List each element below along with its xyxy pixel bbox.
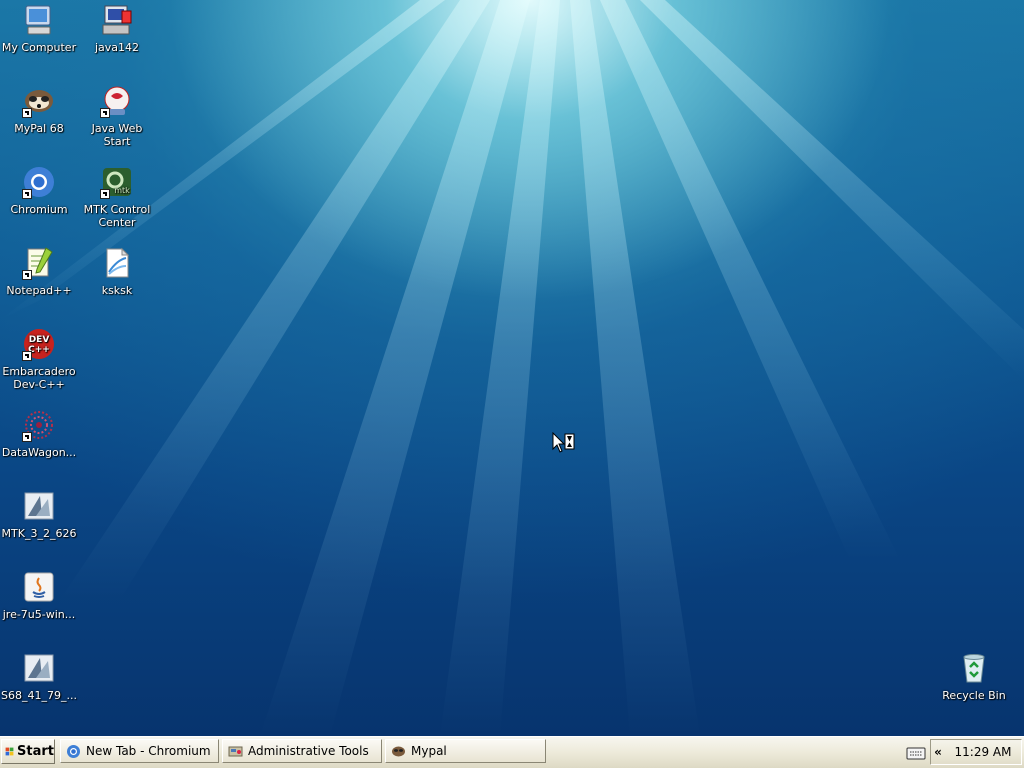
my-computer-icon [22, 3, 56, 37]
shortcut-arrow-icon [22, 270, 32, 280]
taskbar-item-mypal[interactable]: Mypal [385, 739, 546, 763]
mypal-icon [22, 84, 56, 118]
notepadpp-icon [22, 246, 56, 280]
desktop-icon-datawagon[interactable]: DataWagon... [0, 408, 78, 459]
shortcut-arrow-icon [100, 189, 110, 199]
desktop-icon-label: DataWagon... [1, 446, 77, 459]
desktop-icon-label: Embarcadero Dev-C++ [2, 365, 76, 391]
desktop-icon-label: MTK_3_2_626 [1, 527, 77, 540]
taskbar-item-label: New Tab - Chromium [86, 744, 211, 758]
chromium-icon [22, 165, 56, 199]
java-installer-icon [100, 3, 134, 37]
shortcut-arrow-icon [22, 432, 32, 442]
svg-text:DEV: DEV [29, 335, 50, 345]
desktop-icon-label: My Computer [1, 41, 77, 54]
mtk-installer-icon [22, 489, 56, 523]
start-button[interactable]: Start [1, 739, 55, 764]
mtk-control-center-icon: mtk [100, 165, 134, 199]
java-jre-icon [22, 570, 56, 604]
shortcut-arrow-icon [22, 189, 32, 199]
taskbar-item-administrative-tools[interactable]: Administrative Tools [222, 739, 382, 763]
desktop-icon-embarcadero-devcpp[interactable]: DEV C++ Embarcadero Dev-C++ [0, 327, 78, 391]
tray-expand-button[interactable]: « [931, 745, 945, 759]
clock[interactable]: 11:29 AM [945, 745, 1021, 759]
taskbar-item-label: Administrative Tools [248, 744, 369, 758]
desktop-icon-label: S68_41_79_... [1, 689, 77, 702]
svg-text:mtk: mtk [114, 186, 130, 195]
desktop-icon-java142[interactable]: java142 [78, 3, 156, 54]
desktop-icon-mypal[interactable]: MyPal 68 [0, 84, 78, 135]
desktop-icon-label: Chromium [10, 203, 68, 216]
desktop[interactable]: My Computer MyPal 68 Chromium Notepad++ … [0, 0, 1024, 736]
recycle-bin-icon [957, 651, 991, 685]
start-label: Start [17, 744, 54, 759]
desktop-icon-label: MyPal 68 [14, 122, 64, 135]
desktop-icon-jre-installer[interactable]: jre-7u5-win... [0, 570, 78, 621]
windows-logo-icon [5, 747, 14, 756]
taskbar: Start New Tab - Chromium Administrative … [0, 736, 1024, 768]
desktop-icon-label: Java Web Start [91, 122, 143, 148]
desktop-icon-label: jre-7u5-win... [2, 608, 76, 621]
desktop-icon-my-computer[interactable]: My Computer [0, 3, 78, 54]
mypal-icon [391, 744, 406, 759]
shortcut-arrow-icon [22, 108, 32, 118]
datawagon-icon [22, 408, 56, 442]
desktop-icon-mtk-control-center[interactable]: mtk MTK Control Center [78, 165, 156, 229]
desktop-icon-mtk-installer[interactable]: MTK_3_2_626 [0, 489, 78, 540]
desktop-icon-recycle-bin[interactable]: Recycle Bin [935, 651, 1013, 702]
shortcut-arrow-icon [100, 108, 110, 118]
desktop-icon-chromium[interactable]: Chromium [0, 165, 78, 216]
chromium-icon [66, 744, 81, 759]
keyboard-icon[interactable] [906, 746, 926, 760]
desktop-icon-label: MTK Control Center [83, 203, 151, 229]
desktop-icon-label: java142 [94, 41, 140, 54]
desktop-icon-ksksk[interactable]: ksksk [78, 246, 156, 297]
taskbar-item-chromium[interactable]: New Tab - Chromium [60, 739, 219, 763]
admin-tools-icon [228, 744, 243, 759]
desktop-icon-java-web-start[interactable]: Java Web Start [78, 84, 156, 148]
devcpp-icon: DEV C++ [22, 327, 56, 361]
system-tray: « 11:29 AM [930, 739, 1022, 765]
desktop-icon-label: Notepad++ [6, 284, 72, 297]
taskbar-item-label: Mypal [411, 744, 447, 758]
desktop-icon-notepadpp[interactable]: Notepad++ [0, 246, 78, 297]
java-web-start-icon [100, 84, 134, 118]
shortcut-arrow-icon [22, 351, 32, 361]
document-icon [100, 246, 134, 280]
busy-cursor-icon [552, 432, 575, 453]
desktop-icon-label: Recycle Bin [942, 689, 1006, 702]
s68-installer-icon [22, 651, 56, 685]
desktop-icon-label: ksksk [101, 284, 133, 297]
desktop-icon-s68-installer[interactable]: S68_41_79_... [0, 651, 78, 702]
